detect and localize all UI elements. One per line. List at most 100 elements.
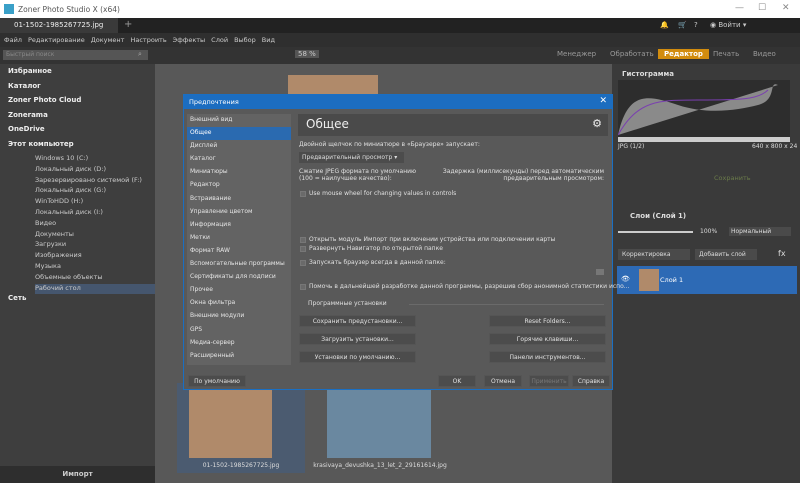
- import-button[interactable]: Импорт: [0, 466, 155, 483]
- nav-onedrive[interactable]: OneDrive: [8, 125, 155, 140]
- apply-button[interactable]: Применить: [529, 375, 569, 387]
- help-icon[interactable]: ?: [694, 21, 698, 29]
- document-tab[interactable]: 01-1502-1985267725.jpg: [0, 18, 118, 33]
- layer-row[interactable]: 👁 Слой 1: [617, 266, 797, 294]
- opacity-slider[interactable]: [618, 231, 693, 233]
- nav-catalog[interactable]: Каталог: [8, 82, 155, 97]
- prefs-nav-item[interactable]: Информация: [187, 219, 291, 232]
- menu-effects[interactable]: Эффекты: [173, 36, 206, 44]
- prefs-nav-item[interactable]: GPS: [187, 324, 291, 337]
- import-checkbox[interactable]: [300, 237, 306, 243]
- reset-folders-button[interactable]: Reset Folders...: [489, 315, 606, 327]
- nav-folder[interactable]: Загрузки: [35, 240, 155, 251]
- prefs-nav-item[interactable]: Миниатюры: [187, 166, 291, 179]
- nav-drive[interactable]: WinToHDD (H:): [35, 197, 155, 208]
- statistics-checkbox[interactable]: [300, 284, 306, 290]
- prefs-nav-item[interactable]: Вспомогательные программы: [187, 258, 291, 271]
- default-settings-button[interactable]: Установки по умолчанию...: [299, 351, 416, 363]
- navigator-checkbox[interactable]: [300, 246, 306, 252]
- gear-icon[interactable]: ⚙: [592, 117, 602, 130]
- module-manager[interactable]: Менеджер: [557, 50, 596, 58]
- prefs-nav-item[interactable]: Каталог: [187, 153, 291, 166]
- nav-folder[interactable]: Объемные объекты: [35, 273, 155, 284]
- help-button[interactable]: Справка: [572, 375, 610, 387]
- dblclick-value: Предварительный просмотр: [302, 154, 393, 161]
- prefs-nav-item[interactable]: Дисплей: [187, 140, 291, 153]
- dialog-close-button[interactable]: ✕: [599, 96, 607, 106]
- prefs-nav-item[interactable]: Внешний вид: [187, 114, 291, 127]
- cart-icon[interactable]: 🛒: [678, 21, 687, 29]
- layers-title: Слои (Слой 1): [630, 212, 687, 220]
- zoom-field[interactable]: 58 %: [295, 50, 319, 58]
- file-name: 01-1502-1985267725.jpg: [202, 462, 280, 469]
- prefs-nav-item[interactable]: Общее: [187, 127, 291, 141]
- thumbnail[interactable]: [327, 390, 431, 458]
- nav-folder[interactable]: Документы: [35, 230, 155, 241]
- menu-file[interactable]: Файл: [4, 36, 22, 44]
- module-print[interactable]: Печать: [713, 50, 739, 58]
- nav-folder[interactable]: Изображения: [35, 251, 155, 262]
- module-develop[interactable]: Обработать: [610, 50, 654, 58]
- dblclick-select[interactable]: Предварительный просмотр ▾: [299, 152, 404, 163]
- bell-icon[interactable]: 🔔: [660, 21, 669, 29]
- prefs-nav-item[interactable]: Медиа-сервер: [187, 337, 291, 350]
- nav-zonerama[interactable]: Zonerama: [8, 111, 155, 126]
- close-button[interactable]: ✕: [782, 3, 790, 13]
- prefs-nav-item[interactable]: Метки: [187, 232, 291, 245]
- hotkeys-button[interactable]: Горячие клавиши...: [489, 333, 606, 345]
- restore-defaults-button[interactable]: По умолчанию: [188, 375, 246, 387]
- prefs-nav-item[interactable]: Управление цветом: [187, 206, 291, 219]
- nav-drive[interactable]: Локальный диск (I:): [35, 208, 155, 219]
- nav-drive[interactable]: Локальный диск (D:): [35, 165, 155, 176]
- nav-drive[interactable]: Windows 10 (C:): [35, 154, 155, 165]
- module-video[interactable]: Видео: [753, 50, 776, 58]
- menu-edit[interactable]: Редактирование: [28, 36, 85, 44]
- nav-desktop[interactable]: Рабочий стол: [35, 283, 155, 295]
- search-icon[interactable]: ⌕: [138, 50, 142, 59]
- fx-button[interactable]: fx: [778, 249, 786, 258]
- menu-layer[interactable]: Слой: [211, 36, 228, 44]
- jpeg-label-2: (100 = наилучшее качество):: [299, 175, 392, 182]
- nav-drive[interactable]: Локальный диск (G:): [35, 186, 155, 197]
- nav-drive[interactable]: Зарезервировано системой (F:): [35, 176, 155, 187]
- nav-zoner-cloud[interactable]: Zoner Photo Cloud: [8, 96, 155, 111]
- prefs-nav-item[interactable]: Редактор: [187, 179, 291, 192]
- prefs-nav-item[interactable]: Внешние модули: [187, 310, 291, 323]
- cancel-button[interactable]: Отмена: [484, 375, 522, 387]
- prefs-nav-item[interactable]: Формат RAW: [187, 245, 291, 258]
- login-button[interactable]: ◉ Войти ▾: [710, 21, 746, 29]
- nav-folder[interactable]: Музыка: [35, 262, 155, 273]
- prefs-nav-item[interactable]: Сертификаты для подписи: [187, 271, 291, 284]
- save-presets-button[interactable]: Сохранить предустановки...: [299, 315, 416, 327]
- eye-icon[interactable]: 👁: [621, 275, 630, 283]
- ok-button[interactable]: OK: [438, 375, 476, 387]
- prefs-nav-item[interactable]: Прочее: [187, 284, 291, 297]
- nav-this-pc[interactable]: Этот компьютер: [8, 140, 155, 155]
- new-tab-button[interactable]: +: [124, 19, 132, 30]
- mouse-wheel-checkbox[interactable]: [300, 191, 306, 197]
- menu-adjust[interactable]: Настроить: [130, 36, 166, 44]
- nav-favorites[interactable]: Избранное: [8, 67, 155, 82]
- toolbars-button[interactable]: Панели инструментов...: [489, 351, 606, 363]
- nav-network[interactable]: Сеть: [8, 294, 155, 309]
- save-button[interactable]: Сохранить: [714, 174, 751, 182]
- menu-document[interactable]: Документ: [91, 36, 125, 44]
- blend-mode-select[interactable]: Нормальный: [729, 227, 791, 236]
- browser-folder-checkbox[interactable]: [300, 260, 306, 266]
- nav-folder[interactable]: Видео: [35, 219, 155, 230]
- quick-search-input[interactable]: Быстрый поиск: [3, 50, 148, 60]
- image-dimensions: 640 x 800 x 24: [752, 143, 798, 150]
- prefs-nav-item[interactable]: Встраивание: [187, 193, 291, 206]
- menu-view[interactable]: Вид: [262, 36, 275, 44]
- prefs-nav-item[interactable]: Окна фильтра: [187, 297, 291, 310]
- folder-icon[interactable]: [596, 269, 604, 275]
- add-layer-button[interactable]: Добавить слой: [695, 249, 757, 260]
- thumbnail[interactable]: [189, 390, 272, 458]
- adjustment-button[interactable]: Корректировка: [618, 249, 690, 260]
- maximize-button[interactable]: ☐: [758, 3, 766, 13]
- menu-select[interactable]: Выбор: [234, 36, 256, 44]
- minimize-button[interactable]: —: [735, 3, 744, 13]
- module-editor[interactable]: Редактор: [658, 49, 709, 59]
- prefs-nav-item[interactable]: Расширенный: [187, 350, 291, 363]
- load-settings-button[interactable]: Загрузить установки...: [299, 333, 416, 345]
